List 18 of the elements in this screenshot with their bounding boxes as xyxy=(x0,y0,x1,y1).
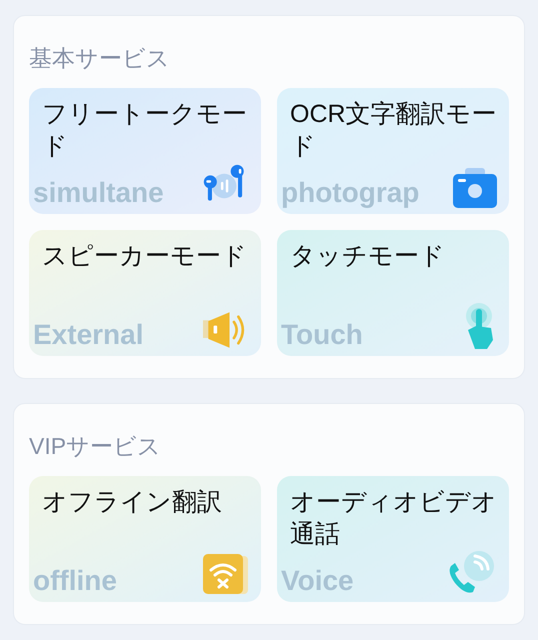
mode-card[interactable]: フリートークモード simultane xyxy=(29,88,261,214)
card-label: タッチモード xyxy=(290,241,446,272)
card-label: オフライン翻訳 xyxy=(42,487,223,518)
card-label: スピーカーモード xyxy=(42,241,248,272)
card-label: オーディオビデオ通話 xyxy=(290,487,498,550)
section-title: 基本サービス xyxy=(29,44,170,73)
mode-card[interactable]: スピーカーモード External xyxy=(29,230,261,356)
background-word: photograp xyxy=(281,176,420,210)
mode-card[interactable]: OCR文字翻訳モード photograp xyxy=(277,88,509,214)
background-word: External xyxy=(33,318,144,352)
section-title: VIPサービス xyxy=(29,432,162,461)
card-label: OCR文字翻訳モード xyxy=(290,99,498,162)
card-label: フリートークモード xyxy=(42,99,248,162)
camera-icon xyxy=(453,168,497,208)
mode-card[interactable]: オフライン翻訳 offline xyxy=(29,476,261,602)
background-word: offline xyxy=(33,564,117,598)
wifi-off-icon xyxy=(203,554,249,596)
background-word: simultane xyxy=(33,176,164,210)
